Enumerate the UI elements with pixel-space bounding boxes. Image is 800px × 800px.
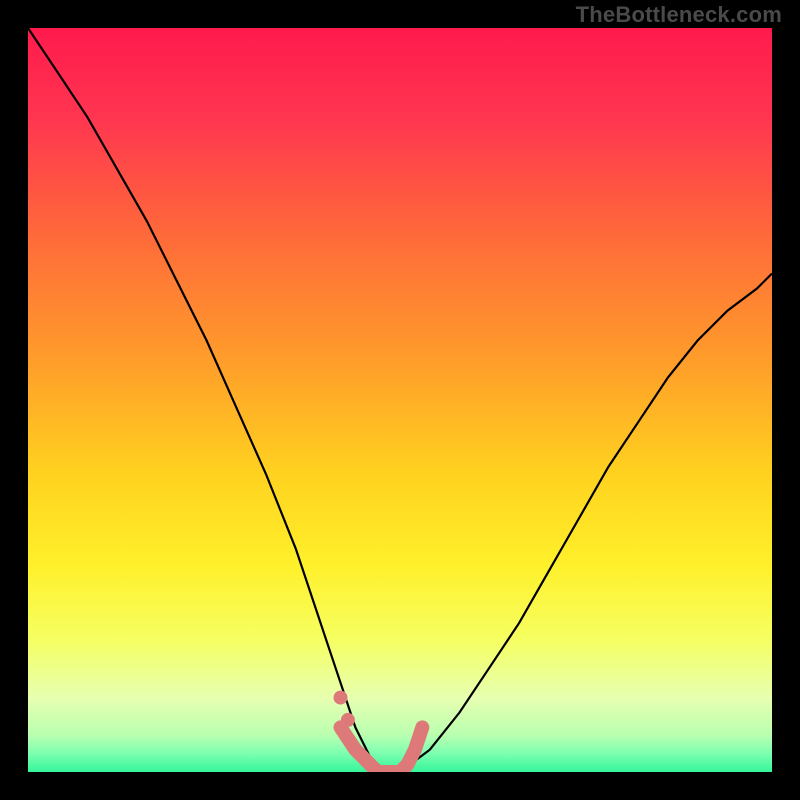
- marker-dot: [341, 713, 355, 727]
- marker-dot: [334, 691, 348, 705]
- bottleneck-chart: [28, 28, 772, 772]
- gradient-background: [28, 28, 772, 772]
- chart-frame: TheBottleneck.com: [0, 0, 800, 800]
- watermark-text: TheBottleneck.com: [576, 2, 782, 28]
